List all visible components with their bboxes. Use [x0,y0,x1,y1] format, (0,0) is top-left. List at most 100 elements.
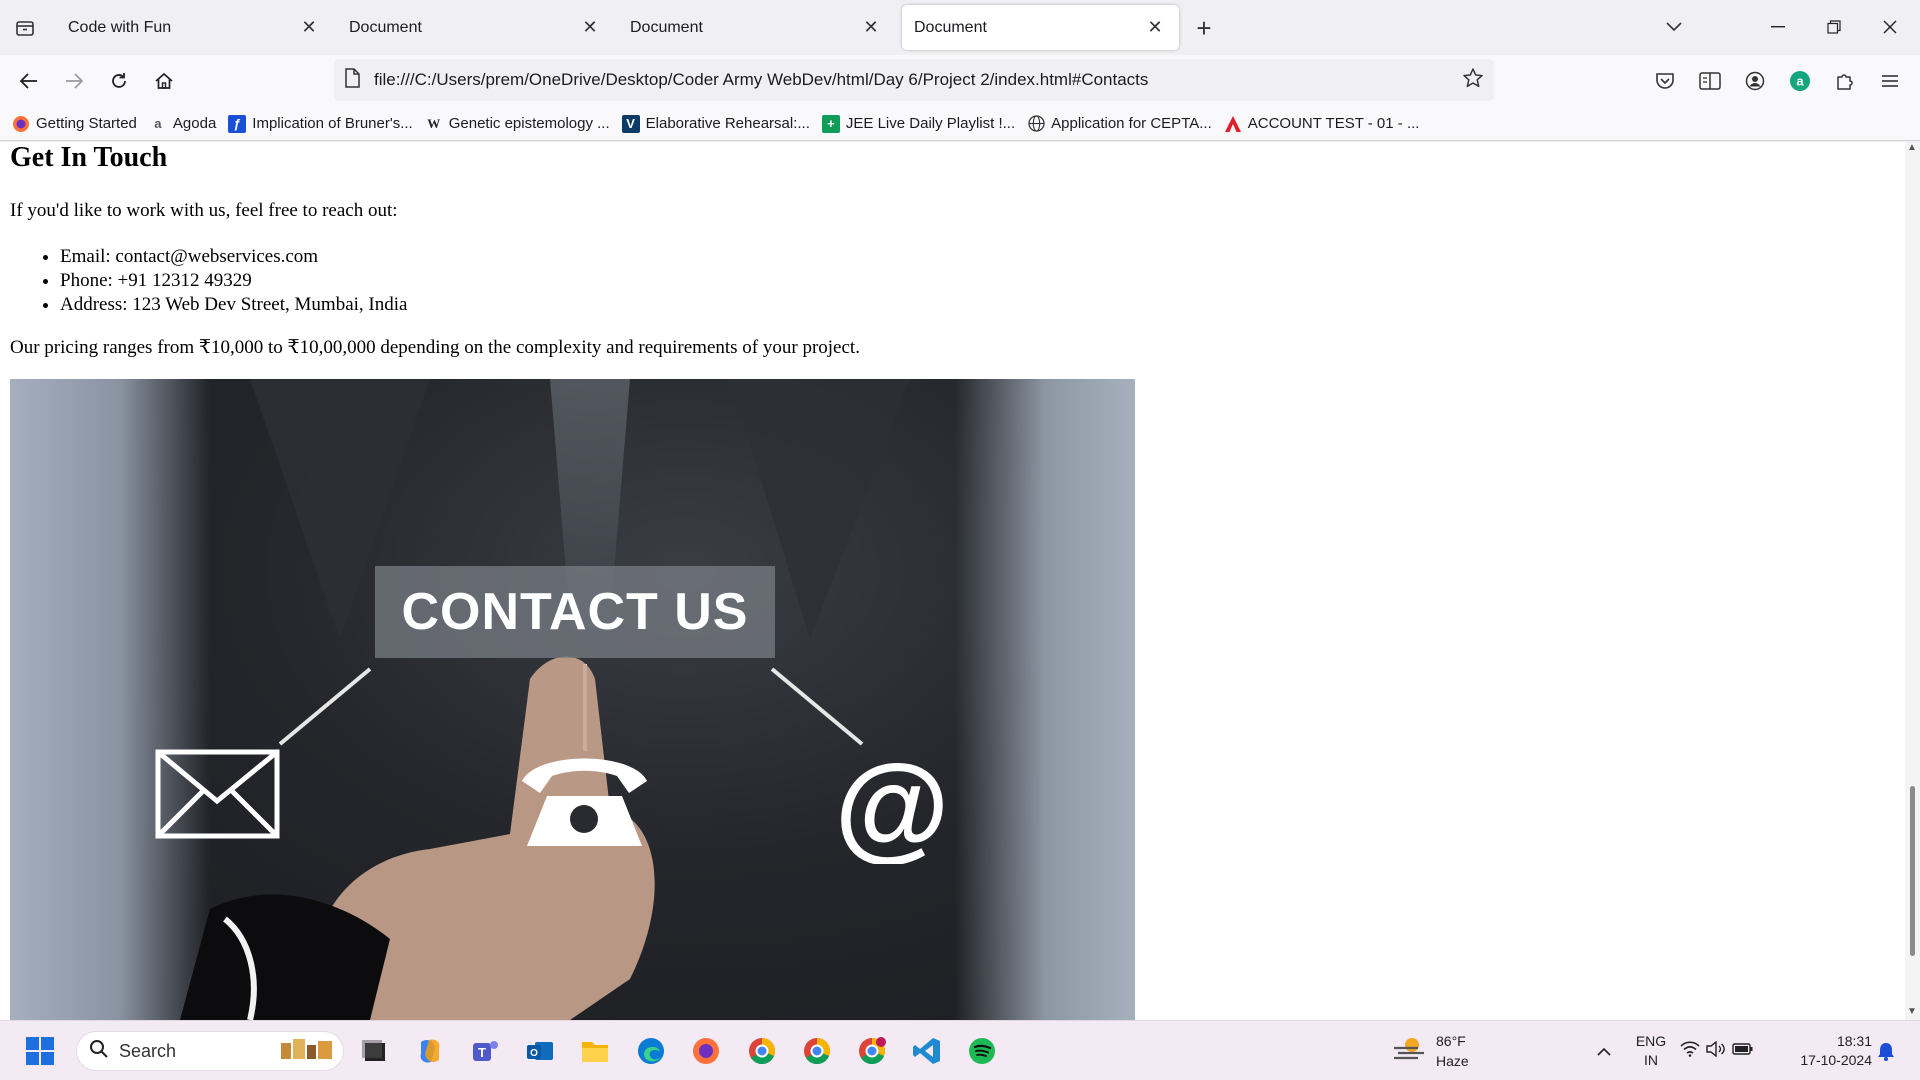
outlook-icon[interactable]: O [520,1031,560,1071]
bookmark-label: JEE Live Daily Playlist !... [845,115,1016,132]
svg-text:T: T [478,1045,486,1060]
bookmark-label: Elaborative Rehearsal:... [645,115,810,132]
bookmark-label: ACCOUNT TEST - 01 - ... [1247,115,1420,132]
grammarly-extension-icon[interactable]: a [1783,65,1817,97]
bookmark-brunner[interactable]: ƒ Implication of Bruner's... [228,114,413,133]
account-icon[interactable] [1738,65,1772,97]
bookmark-star-icon[interactable] [1462,67,1484,94]
search-label: Search [119,1040,177,1061]
taskbar-search-box[interactable]: Search [76,1031,344,1071]
system-tray-status[interactable] [1676,1031,1758,1071]
bookmark-elaborative-rehearsal[interactable]: V Elaborative Rehearsal:... [621,114,810,133]
page-heading: Get In Touch [10,142,168,173]
new-tab-plus-icon[interactable]: + [1190,13,1218,43]
chrome-profile-1-icon[interactable] [742,1031,782,1071]
bookmark-label: Implication of Bruner's... [252,115,413,132]
reader-view-icon[interactable] [1693,65,1727,97]
chrome-profile-3-icon[interactable] [852,1031,892,1071]
intro-text: If you'd like to work with us, feel free… [10,200,398,221]
search-icon [89,1039,109,1064]
weather-widget[interactable]: 86°F Haze [1392,1031,1469,1071]
vertical-scrollbar[interactable]: ▲ ▼ [1905,142,1920,1020]
contact-us-caption: CONTACT US [375,566,775,658]
tab-title: Code with Fun [68,18,172,36]
bookmark-jee-playlist[interactable]: + JEE Live Daily Playlist !... [821,114,1016,133]
bookmark-genetic-epistemology[interactable]: W Genetic epistemology ... [425,115,610,133]
navigation-toolbar: file:///C:/Users/prem/OneDrive/Desktop/C… [0,55,1920,107]
firefox-taskbar-icon[interactable] [686,1031,726,1071]
tab-title: Document [630,18,703,36]
page-file-icon [344,67,360,93]
task-view-icon[interactable] [354,1031,394,1071]
forward-arrow-icon[interactable] [57,65,91,97]
restore-icon[interactable] [1816,12,1852,42]
screen: Code with Fun ✕ Document ✕ Document ✕ Do… [0,0,1920,1080]
home-icon[interactable] [147,65,181,97]
edge-icon[interactable] [631,1031,671,1071]
chrome-profile-2-icon[interactable] [797,1031,837,1071]
tab-code-with-fun[interactable]: Code with Fun ✕ [56,5,333,50]
notification-bell-icon[interactable] [1874,1031,1898,1071]
svg-text:@: @ [835,749,950,864]
haze-icon [1392,1034,1426,1069]
bookmark-agoda[interactable]: a Agoda [149,115,216,133]
reload-icon[interactable] [102,65,136,97]
svg-text:O: O [530,1048,538,1059]
vscode-icon[interactable] [907,1031,947,1071]
show-hidden-icons-chevron-icon[interactable] [1584,1031,1624,1071]
scrollbar-thumb[interactable] [1910,786,1915,956]
scroll-down-arrow-icon[interactable]: ▼ [1907,1006,1917,1017]
weather-temperature: 86°F [1436,1033,1466,1049]
pricing-text: Our pricing ranges from ₹10,000 to ₹10,0… [10,337,860,358]
bookmark-label: Genetic epistemology ... [448,115,610,132]
windows-start-icon[interactable] [20,1031,60,1071]
tab-title: Document [914,18,987,36]
tab-document-2[interactable]: Document ✕ [618,5,895,50]
extensions-puzzle-icon[interactable] [1828,65,1862,97]
clock-date: 17-10-2024 [1800,1052,1872,1068]
search-highlight-icon [279,1035,337,1068]
envelope-icon [155,749,280,839]
close-icon[interactable]: ✕ [1143,16,1167,40]
bookmark-label: Agoda [172,115,217,132]
file-explorer-icon[interactable] [575,1031,615,1071]
contact-us-image: @ CONTACT US [10,379,1135,1020]
close-icon[interactable]: ✕ [297,16,321,40]
bookmarks-toolbar: Getting Started a Agoda ƒ Implication of… [0,107,1920,141]
tab-list-chevron-icon[interactable] [1656,12,1692,42]
teams-icon[interactable]: T [465,1031,505,1071]
telephone-icon [522,758,647,846]
minimize-icon[interactable] [1760,12,1796,42]
volume-icon [1706,1040,1726,1062]
spotify-icon[interactable] [962,1031,1002,1071]
language-line-1: ENG [1635,1033,1667,1049]
document-icon: ƒ [228,114,247,133]
tab-document-active[interactable]: Document ✕ [902,5,1179,50]
bookmark-cepta[interactable]: Application for CEPTA... [1027,115,1212,133]
copilot-icon[interactable] [410,1031,450,1071]
menu-hamburger-icon[interactable] [1873,65,1907,97]
contact-phone: Phone: +91 12312 49329 [60,269,407,293]
close-icon[interactable]: ✕ [578,16,602,40]
pocket-icon[interactable] [1648,65,1682,97]
svg-text:a: a [1796,74,1804,89]
back-arrow-icon[interactable] [12,65,46,97]
page-content: Get In Touch If you'd like to work with … [0,142,1905,1020]
bookmark-label: Application for CEPTA... [1051,115,1212,132]
contact-email: Email: contact@webservices.com [60,245,407,269]
clock[interactable]: 18:31 17-10-2024 [1782,1032,1872,1070]
language-indicator[interactable]: ENG IN [1628,1032,1674,1070]
v-icon: V [621,114,640,133]
wifi-icon [1680,1040,1700,1062]
scroll-up-arrow-icon[interactable]: ▲ [1907,142,1917,153]
close-icon[interactable]: ✕ [859,16,883,40]
tab-strip: Code with Fun ✕ Document ✕ Document ✕ Do… [0,0,1920,55]
bookmark-getting-started[interactable]: Getting Started [12,115,137,133]
tab-list-icon[interactable] [10,14,40,42]
close-window-icon[interactable] [1872,12,1908,42]
bookmark-account-test[interactable]: ACCOUNT TEST - 01 - ... [1224,115,1420,133]
tab-document-1[interactable]: Document ✕ [337,5,614,50]
weather-description: Haze [1436,1053,1469,1069]
address-bar[interactable]: file:///C:/Users/prem/OneDrive/Desktop/C… [334,59,1494,101]
tab-title: Document [349,18,422,36]
